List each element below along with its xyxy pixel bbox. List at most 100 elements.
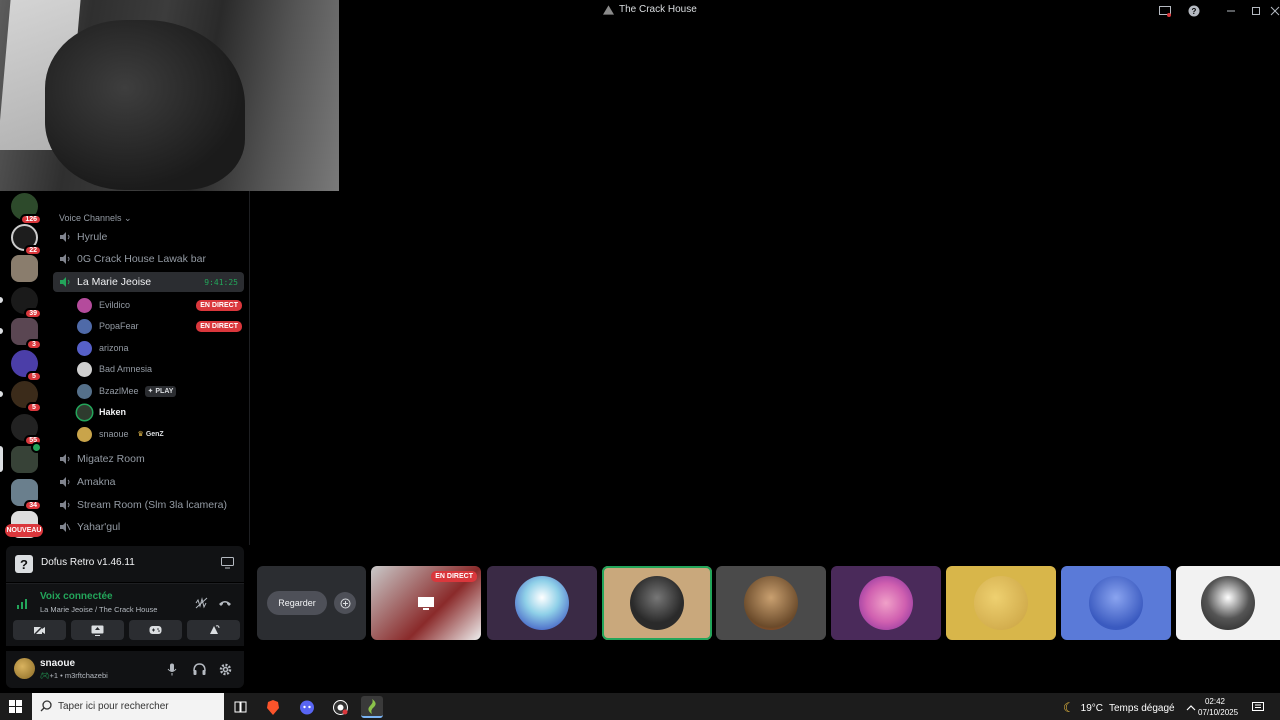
unread-pill [0, 328, 3, 334]
server-icon-3[interactable] [11, 255, 38, 282]
avatar [77, 383, 92, 399]
camera-video-feed[interactable] [0, 0, 339, 191]
soundboard-icon [209, 625, 219, 634]
server-icon-5[interactable]: 3 [11, 318, 42, 350]
weather-widget[interactable]: ☾ 19°C Temps dégagé [1063, 700, 1175, 716]
signal-icon[interactable] [16, 596, 30, 610]
taskbar-search[interactable]: Taper ici pour rechercher [32, 693, 224, 720]
brave-browser-icon[interactable] [262, 696, 284, 718]
microphone-icon[interactable] [165, 662, 179, 676]
member-name: PopaFear [99, 321, 139, 331]
server-icon-10[interactable]: 34 [11, 479, 42, 511]
search-icon [40, 700, 52, 712]
server-icon-7[interactable]: 5 [11, 381, 42, 413]
voice-location[interactable]: La Marie Jeoise / The Crack House [40, 605, 157, 614]
minimize-icon[interactable] [1224, 4, 1238, 18]
new-badge: NOUVEAU [5, 524, 43, 537]
voice-status[interactable]: Voix connectée [40, 591, 113, 602]
help-icon[interactable]: ? [1187, 4, 1201, 18]
add-stream-button[interactable] [334, 592, 356, 614]
voice-channel-amakna[interactable]: Amakna [53, 472, 244, 492]
voice-member[interactable]: Bad Amnesia [77, 360, 242, 378]
watch-button[interactable]: Regarder [267, 591, 327, 615]
activities-button[interactable] [129, 620, 182, 640]
member-name: Evildico [99, 300, 131, 310]
voice-connection-panel: Voix connectée La Marie Jeoise / The Cra… [6, 583, 244, 646]
participant-tile[interactable] [1176, 566, 1280, 640]
obs-app-icon[interactable] [329, 696, 351, 718]
voice-channel-hyrule[interactable]: Hyrule [53, 227, 244, 247]
camera-off-button[interactable] [13, 620, 66, 640]
participant-tile[interactable] [716, 566, 826, 640]
gamepad-icon: 🎮︎ [40, 671, 50, 680]
voice-channel-yahargul[interactable]: Yahar'gul [53, 517, 244, 537]
screen-icon [418, 597, 434, 610]
tag-label: PLAY [155, 387, 174, 395]
voice-member[interactable]: Evildico EN DIRECT [77, 296, 242, 314]
participant-tile[interactable] [946, 566, 1056, 640]
server-icon-8[interactable]: 55 [11, 414, 42, 446]
task-view-icon[interactable] [229, 696, 251, 718]
avatar[interactable] [14, 658, 35, 679]
voice-member[interactable]: arizona [77, 339, 242, 357]
category-voice-channels[interactable]: Voice Channels ⌄ [59, 213, 132, 224]
server-icon-crack-house[interactable] [11, 442, 42, 473]
speaker-locked-icon [60, 522, 71, 532]
server-icon-6[interactable]: 5 [11, 350, 42, 382]
unread-badge: 5 [26, 371, 42, 382]
live-badge: EN DIRECT [196, 320, 242, 332]
speaker-icon [60, 232, 70, 242]
participant-tile[interactable] [487, 566, 597, 640]
avatar [744, 576, 798, 630]
stream-preview-tile[interactable]: EN DIRECT [371, 566, 481, 640]
game-activity-panel[interactable]: ? Dofus Retro v1.46.11 [6, 546, 244, 582]
voice-member[interactable]: PopaFear EN DIRECT [77, 317, 242, 335]
noise-suppression-icon[interactable] [194, 596, 208, 610]
voice-member[interactable]: BzazlMee ✦ PLAY [77, 382, 242, 400]
stream-screen-icon[interactable] [221, 557, 234, 569]
voice-channel-og-crack-house[interactable]: 0G Crack House Lawak bar [53, 249, 244, 269]
sparkle-icon: ✦ [147, 388, 154, 395]
voice-channel-migatez-room[interactable]: Migatez Room [53, 449, 244, 469]
server-icon-2[interactable]: 22 [11, 224, 42, 256]
avatar [77, 340, 92, 356]
voice-channel-la-marie-jeoise[interactable]: La Marie Jeoise 9:41:25 [53, 272, 244, 292]
live-badge: EN DIRECT [196, 299, 242, 311]
game-icon: ? [15, 555, 33, 573]
member-name: arizona [99, 343, 129, 353]
speaker-icon [60, 500, 70, 510]
participant-tile-speaking[interactable] [602, 566, 712, 640]
dofus-app-icon[interactable] [361, 696, 383, 718]
discord-window: The Crack House ? 126 22 39 3 5 5 55 34 [0, 0, 1280, 693]
close-icon[interactable] [1268, 4, 1280, 18]
server-icon-1[interactable]: 126 [11, 193, 42, 225]
voice-member[interactable]: snaoue ♛ GenZ [77, 425, 242, 443]
inbox-icon[interactable] [1158, 4, 1172, 18]
headphones-icon[interactable] [192, 662, 206, 676]
avatar [1201, 576, 1255, 630]
username[interactable]: snaoue [40, 658, 75, 669]
avatar [77, 426, 92, 442]
speaker-icon [60, 254, 70, 264]
avatar [77, 297, 92, 313]
soundboard-button[interactable] [187, 620, 240, 640]
unread-pill [0, 297, 3, 303]
participant-tile[interactable] [831, 566, 941, 640]
notifications-icon[interactable] [1247, 696, 1269, 718]
maximize-icon[interactable] [1249, 4, 1263, 18]
member-tag: ♛ GenZ [135, 429, 167, 440]
server-icon-4[interactable]: 39 [11, 287, 42, 319]
user-status: 🎮︎+1 • m3rftchazebi [40, 671, 108, 680]
voice-channel-stream-room[interactable]: Stream Room (Slm 3la lcamera) [53, 495, 244, 515]
speaker-icon [60, 477, 70, 487]
participant-tile[interactable] [1061, 566, 1171, 640]
share-screen-button[interactable] [71, 620, 124, 640]
channel-name: Migatez Room [77, 453, 145, 465]
disconnect-icon[interactable] [218, 596, 232, 610]
window-title: The Crack House [603, 4, 697, 15]
windows-start-icon[interactable] [9, 700, 22, 713]
taskbar-clock[interactable]: 02:42 07/10/2025 [1198, 696, 1238, 718]
settings-gear-icon[interactable] [218, 662, 232, 676]
discord-app-icon[interactable] [296, 696, 318, 718]
voice-member-speaking[interactable]: Haken [77, 403, 242, 421]
